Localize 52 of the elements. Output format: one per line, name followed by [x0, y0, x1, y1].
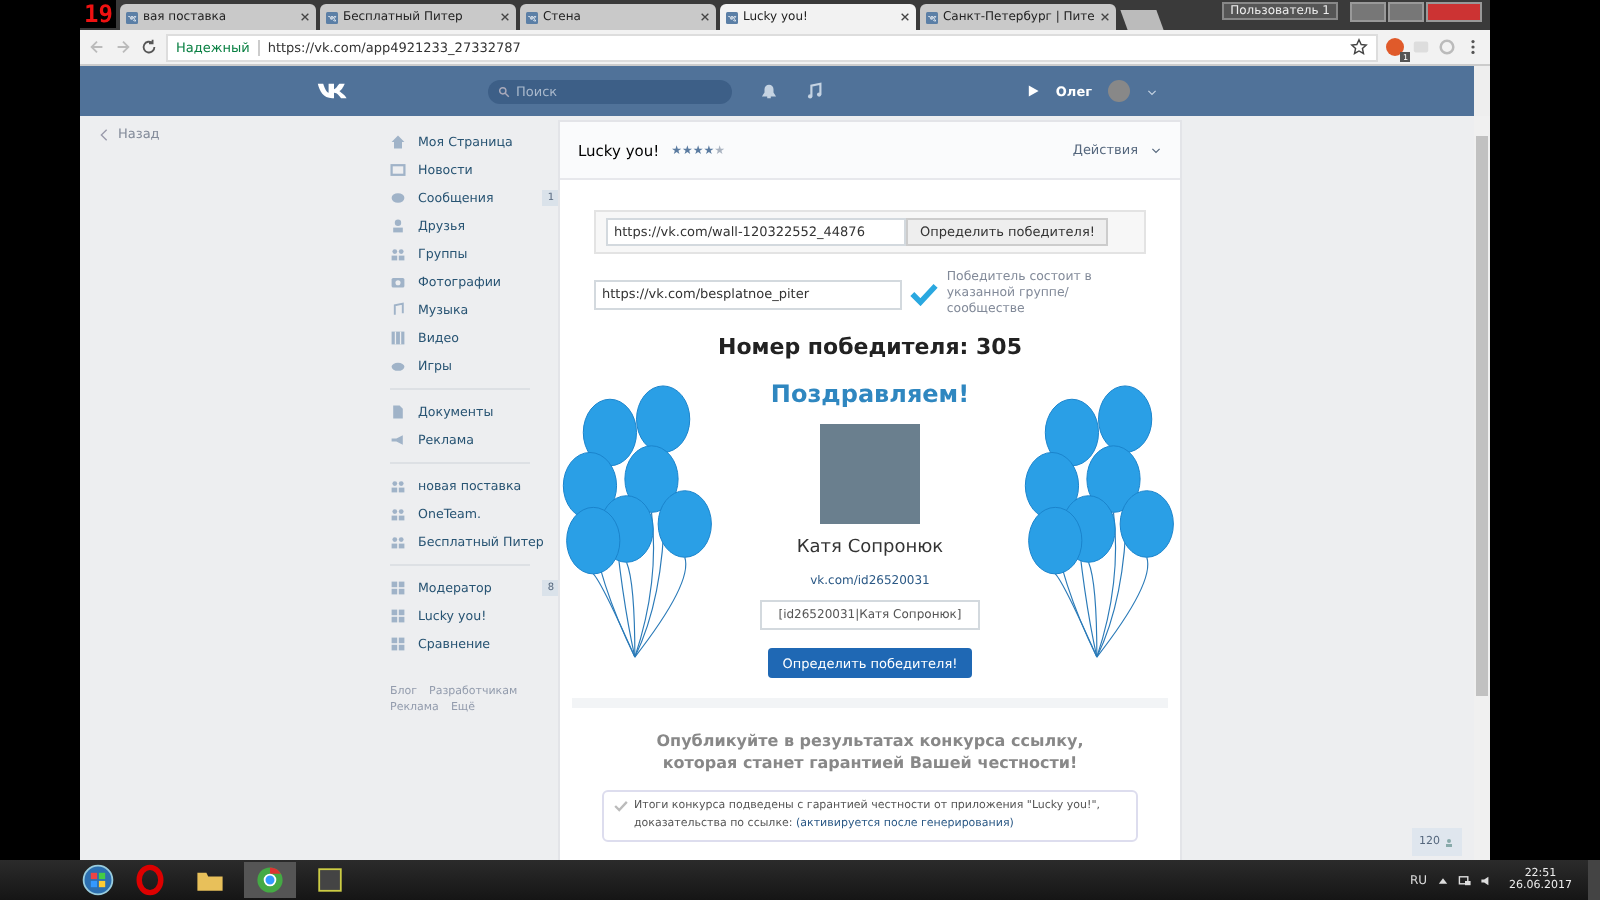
people-icon: [390, 506, 406, 522]
close-icon[interactable]: [1100, 12, 1111, 22]
people-icon: [390, 246, 406, 262]
congrats-heading: Поздравляем!: [770, 380, 970, 409]
checkmark-icon: [614, 799, 628, 812]
start-button[interactable]: [80, 862, 116, 898]
caret-icon[interactable]: [1150, 144, 1162, 156]
favicon-icon: [326, 11, 339, 23]
favicon-icon: [526, 11, 539, 23]
people-icon: [390, 478, 406, 494]
speech-bubble-icon: [390, 190, 406, 206]
winner-name: Катя Сопронюк: [796, 538, 944, 559]
favicon-icon: [726, 11, 739, 23]
play-icon[interactable]: [1025, 84, 1040, 98]
grid-icon: [390, 580, 406, 596]
person-icon: [1444, 837, 1454, 847]
chevron-left-icon: [100, 127, 108, 141]
speaker-icon[interactable]: [1479, 873, 1493, 887]
camera-icon: [390, 274, 406, 290]
up-arrow-icon[interactable]: [1435, 873, 1449, 887]
winner-number: Номер победителя: 305: [718, 334, 1022, 361]
checkmark-icon[interactable]: [910, 282, 939, 307]
film-icon: [390, 330, 406, 346]
gamepad-icon: [390, 358, 406, 374]
bookmark-star-icon[interactable]: [1350, 38, 1368, 56]
publish-text: Опубликуйте в результатах конкурса ссылку, которая станет гарантией Вашей честности!: [654, 732, 1086, 774]
new-tab-button[interactable]: [1121, 10, 1165, 30]
favicon-icon: [126, 11, 139, 23]
chrome-icon[interactable]: [244, 862, 296, 898]
close-icon[interactable]: [700, 12, 711, 22]
megaphone-icon: [390, 432, 406, 448]
grid-icon: [390, 608, 406, 624]
close-icon[interactable]: [500, 12, 511, 22]
people-icon: [390, 534, 406, 550]
music-note-icon: [390, 302, 406, 318]
person-icon: [390, 218, 406, 234]
grid-icon: [390, 636, 406, 652]
house-icon: [390, 134, 406, 150]
search-icon: [498, 85, 510, 97]
document-icon: [390, 404, 406, 420]
close-icon[interactable]: [900, 12, 911, 22]
favicon-icon: [926, 11, 939, 23]
music-note-icon[interactable]: [806, 82, 824, 100]
logo-icon[interactable]: [316, 80, 352, 102]
close-icon[interactable]: [300, 12, 311, 22]
caret-icon[interactable]: [1146, 85, 1158, 97]
reload-icon[interactable]: [140, 38, 158, 56]
photo-placeholder: [820, 424, 920, 525]
tab-counter: 19: [80, 0, 117, 28]
network-icon[interactable]: [1457, 873, 1471, 887]
bell-icon[interactable]: [760, 82, 778, 100]
newspaper-icon: [390, 162, 406, 178]
